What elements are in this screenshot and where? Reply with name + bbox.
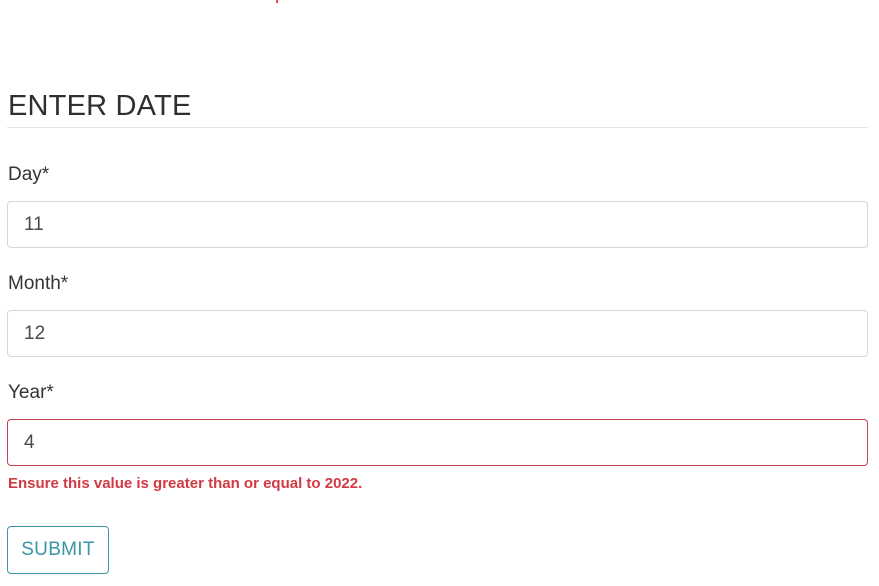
day-label: Day* xyxy=(8,164,50,185)
page: ENTER DATE Day* Month* Year* Ensure this… xyxy=(0,0,879,586)
year-input[interactable] xyxy=(7,419,868,466)
submit-button[interactable]: SUBMIT xyxy=(7,526,109,574)
month-input[interactable] xyxy=(7,310,868,357)
date-form: ENTER DATE Day* Month* Year* Ensure this… xyxy=(7,88,868,574)
form-title: ENTER DATE xyxy=(8,90,192,122)
title-divider xyxy=(7,127,868,128)
month-label: Month* xyxy=(8,273,69,294)
year-error-message: Ensure this value is greater than or equ… xyxy=(8,475,363,492)
year-label: Year* xyxy=(8,382,54,403)
day-input[interactable] xyxy=(7,201,868,248)
stray-mark xyxy=(276,0,278,3)
